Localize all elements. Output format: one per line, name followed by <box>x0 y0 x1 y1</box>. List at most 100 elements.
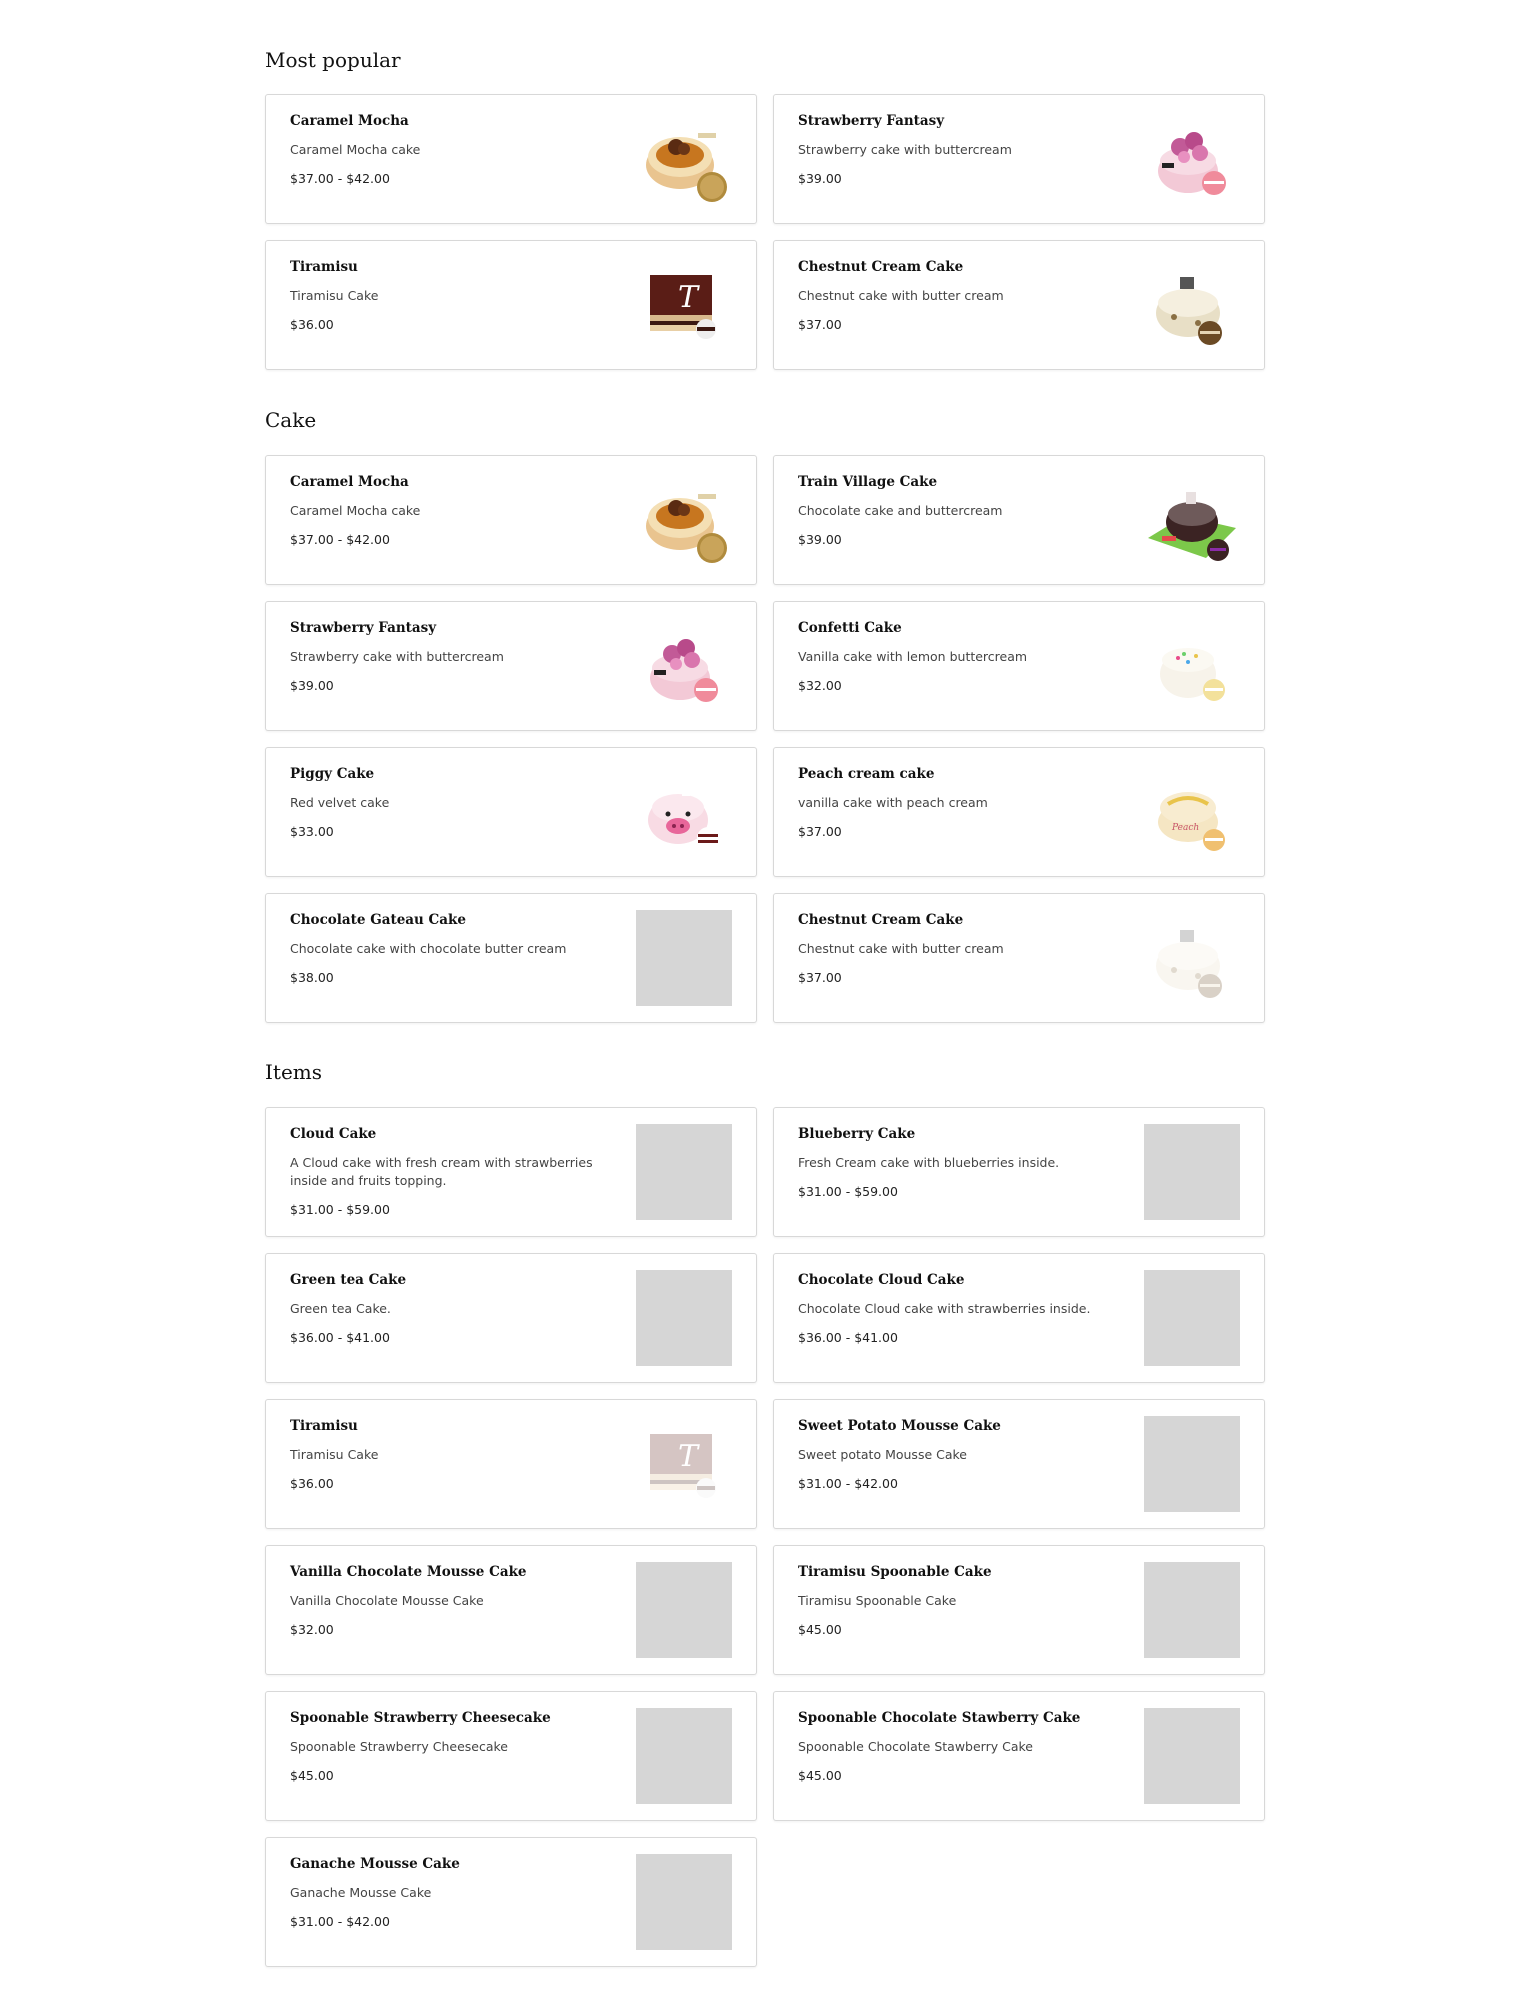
product-price: $36.00 <box>290 1476 334 1491</box>
product-image-placeholder <box>1144 1124 1240 1220</box>
product-description: Vanilla Chocolate Mousse Cake <box>290 1593 484 1608</box>
product-card-train-village-cake[interactable]: Train Village Cake Chocolate cake and but… <box>773 455 1265 585</box>
product-info: Sweet Potato Mousse Cake Sweet potato Mou… <box>798 1417 1134 1493</box>
product-image-peach: Peach <box>1144 764 1240 860</box>
product-card-strawberry-fantasy[interactable]: Strawberry Fantasy Strawberry cake with b… <box>773 94 1265 224</box>
product-price: $36.00 - $41.00 <box>290 1330 390 1345</box>
product-info: Train Village Cake Chocolate cake and but… <box>798 473 1134 549</box>
product-card-tiramisu-spoonable-cake[interactable]: Tiramisu Spoonable Cake Tiramisu Spoonabl… <box>773 1545 1265 1675</box>
product-name: Confetti Cake <box>798 620 902 636</box>
product-card-blueberry-cake[interactable]: Blueberry Cake Fresh Cream cake with blue… <box>773 1107 1265 1237</box>
product-name: Tiramisu <box>290 259 358 275</box>
product-card-chocolate-cloud-cake[interactable]: Chocolate Cloud Cake Chocolate Cloud cake… <box>773 1253 1265 1383</box>
product-description: Vanilla cake with lemon buttercream <box>798 649 1028 664</box>
product-card-ganache-mousse-cake[interactable]: Ganache Mousse Cake Ganache Mousse Cake $3… <box>265 1837 757 1967</box>
product-image-chestnut <box>1144 910 1240 1006</box>
product-description: Tiramisu Spoonable Cake <box>798 1593 957 1608</box>
product-info: Green tea Cake Green tea Cake. $36.00 - $4… <box>290 1271 626 1347</box>
product-card-sweet-potato-mousse-cake[interactable]: Sweet Potato Mousse Cake Sweet potato Mou… <box>773 1399 1265 1529</box>
section-grid-cake: Caramel Mocha Caramel Mocha cake $37.00 - … <box>265 455 1265 1023</box>
product-price: $39.00 <box>798 532 842 547</box>
product-price: $37.00 <box>798 970 842 985</box>
product-image-strawberry-fantasy <box>1144 111 1240 207</box>
product-name: Cloud Cake <box>290 1126 377 1142</box>
product-info: Chestnut Cream Cake Chestnut cake with bu… <box>798 258 1134 334</box>
product-info: Peach cream cake vanilla cake with peach … <box>798 765 1134 841</box>
product-price: $31.00 - $59.00 <box>290 1202 390 1217</box>
product-description: Chestnut cake with butter cream <box>798 941 1004 956</box>
product-info: Tiramisu Tiramisu Cake $36.00 <box>290 258 626 334</box>
product-card-chocolate-gateau-cake[interactable]: Chocolate Gateau Cake Chocolate cake with… <box>265 893 757 1023</box>
product-price: $45.00 <box>798 1622 842 1637</box>
product-image-placeholder <box>1144 1416 1240 1512</box>
product-card-caramel-mocha[interactable]: Caramel Mocha Caramel Mocha cake $37.00 - … <box>265 94 757 224</box>
product-image-piggy <box>636 764 732 860</box>
product-card-tiramisu[interactable]: Tiramisu Tiramisu Cake $36.00 T <box>265 240 757 370</box>
product-info: Vanilla Chocolate Mousse Cake Vanilla Cho… <box>290 1563 626 1639</box>
product-description: Tiramisu Cake <box>290 288 379 303</box>
product-description: Spoonable Chocolate Stawberry Cake <box>798 1739 1033 1754</box>
product-price: $33.00 <box>290 824 334 839</box>
product-price: $31.00 - $59.00 <box>798 1184 898 1199</box>
product-description: Strawberry cake with buttercream <box>290 649 504 664</box>
product-name: Piggy Cake <box>290 766 375 782</box>
product-price: $38.00 <box>290 970 334 985</box>
product-card-tiramisu[interactable]: Tiramisu Tiramisu Cake $36.00 T <box>265 1399 757 1529</box>
product-name: Chestnut Cream Cake <box>798 912 964 928</box>
product-description: Caramel Mocha cake <box>290 503 421 518</box>
product-info: Blueberry Cake Fresh Cream cake with blue… <box>798 1125 1134 1201</box>
product-price: $36.00 <box>290 317 334 332</box>
product-description: Chestnut cake with butter cream <box>798 288 1004 303</box>
product-info: Caramel Mocha Caramel Mocha cake $37.00 - … <box>290 112 626 188</box>
product-image-placeholder <box>636 1708 732 1804</box>
product-card-cloud-cake[interactable]: Cloud Cake A Cloud cake with fresh cream … <box>265 1107 757 1237</box>
product-card-green-tea-cake[interactable]: Green tea Cake Green tea Cake. $36.00 - $4… <box>265 1253 757 1383</box>
product-info: Spoonable Strawberry Cheesecake Spoonable… <box>290 1709 626 1785</box>
product-description: Chocolate cake with chocolate butter cre… <box>290 941 567 956</box>
product-image-placeholder <box>636 910 732 1006</box>
product-card-piggy-cake[interactable]: Piggy Cake Red velvet cake $33.00 <box>265 747 757 877</box>
product-price: $31.00 - $42.00 <box>798 1476 898 1491</box>
product-description: Chocolate cake and buttercream <box>798 503 1003 518</box>
section-grid-items: Cloud Cake A Cloud cake with fresh cream … <box>265 1107 1265 1967</box>
product-card-confetti-cake[interactable]: Confetti Cake Vanilla cake with lemon but… <box>773 601 1265 731</box>
svg-text:T: T <box>678 280 700 315</box>
product-name: Chocolate Gateau Cake <box>290 912 466 928</box>
product-description: vanilla cake with peach cream <box>798 795 988 810</box>
product-card-chestnut-cream-cake[interactable]: Chestnut Cream Cake Chestnut cake with bu… <box>773 240 1265 370</box>
product-info: Chocolate Gateau Cake Chocolate cake with… <box>290 911 626 987</box>
product-name: Peach cream cake <box>798 766 935 782</box>
product-card-strawberry-fantasy[interactable]: Strawberry Fantasy Strawberry cake with b… <box>265 601 757 731</box>
product-image-tiramisu: T <box>636 257 732 353</box>
product-card-spoonable-chocolate-stawberry-cake[interactable]: Spoonable Chocolate Stawberry Cake Spoona… <box>773 1691 1265 1821</box>
product-card-spoonable-strawberry-cheesecake[interactable]: Spoonable Strawberry Cheesecake Spoonable… <box>265 1691 757 1821</box>
product-info: Confetti Cake Vanilla cake with lemon but… <box>798 619 1134 695</box>
product-info: Spoonable Chocolate Stawberry Cake Spoona… <box>798 1709 1134 1785</box>
product-description: Ganache Mousse Cake <box>290 1885 432 1900</box>
product-info: Tiramisu Tiramisu Cake $36.00 <box>290 1417 626 1493</box>
product-description: Strawberry cake with buttercream <box>798 142 1012 157</box>
product-name: Spoonable Chocolate Stawberry Cake <box>798 1710 1081 1726</box>
product-image-placeholder <box>636 1124 732 1220</box>
product-price: $36.00 - $41.00 <box>798 1330 898 1345</box>
product-info: Strawberry Fantasy Strawberry cake with b… <box>798 112 1134 188</box>
product-card-peach-cream-cake[interactable]: Peach cream cake vanilla cake with peach … <box>773 747 1265 877</box>
product-info: Strawberry Fantasy Strawberry cake with b… <box>290 619 626 695</box>
product-name: Caramel Mocha <box>290 474 409 490</box>
product-info: Piggy Cake Red velvet cake $33.00 <box>290 765 626 841</box>
product-image-placeholder <box>636 1270 732 1366</box>
product-name: Vanilla Chocolate Mousse Cake <box>290 1564 527 1580</box>
product-name: Strawberry Fantasy <box>290 620 437 636</box>
product-card-vanilla-chocolate-mousse-cake[interactable]: Vanilla Chocolate Mousse Cake Vanilla Cho… <box>265 1545 757 1675</box>
product-price: $37.00 <box>798 824 842 839</box>
product-description: Fresh Cream cake with blueberries inside… <box>798 1155 1060 1170</box>
product-image-train-village <box>1144 472 1240 568</box>
product-card-caramel-mocha[interactable]: Caramel Mocha Caramel Mocha cake $37.00 - … <box>265 455 757 585</box>
product-price: $31.00 - $42.00 <box>290 1914 390 1929</box>
product-name: Tiramisu <box>290 1418 358 1434</box>
product-info: Cloud Cake A Cloud cake with fresh cream … <box>290 1125 626 1219</box>
product-card-chestnut-cream-cake[interactable]: Chestnut Cream Cake Chestnut cake with bu… <box>773 893 1265 1023</box>
section-title-most-popular: Most popular <box>265 48 401 72</box>
product-image-placeholder <box>1144 1562 1240 1658</box>
product-image-placeholder <box>636 1854 732 1950</box>
